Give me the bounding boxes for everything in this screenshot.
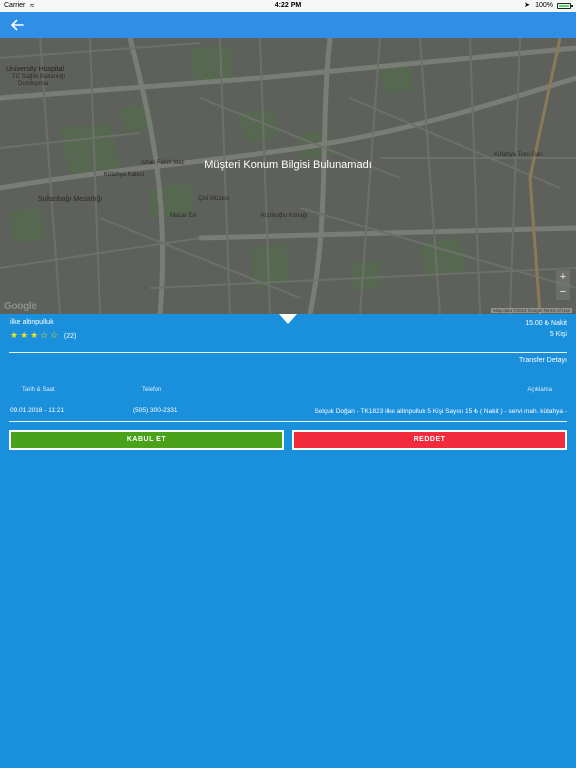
transfer-detail-label: Transfer Detayı xyxy=(519,357,567,364)
map-pointer-triangle xyxy=(279,314,297,324)
rating-stars: ★★★☆☆ xyxy=(10,330,61,340)
zoom-controls: + − xyxy=(556,270,570,300)
reject-button[interactable]: REDDET xyxy=(292,430,567,450)
divider-bottom xyxy=(9,421,567,422)
divider-top xyxy=(9,352,567,353)
row-date-time: 09.01.2018 - 11:21 xyxy=(10,407,65,414)
price-label: 15.00 ₺ Nakit xyxy=(525,320,567,327)
arrow-left-icon xyxy=(11,19,24,31)
customer-name: ilke altinpulluk xyxy=(10,319,54,326)
row-description: Selçuk Doğan - TK1823 ilke altinpulluk 5… xyxy=(314,408,567,415)
location-arrow-icon: ➤ xyxy=(524,2,530,9)
map-streets xyxy=(0,38,576,314)
accept-button[interactable]: KABUL ET xyxy=(9,430,284,450)
col-header-phone: Telefon xyxy=(142,387,162,393)
customer-rating: ★★★☆☆ (22) xyxy=(10,330,76,341)
status-bar: Carrier ≈ 4:22 PM ➤ 100% xyxy=(0,0,576,12)
status-time: 4:22 PM xyxy=(274,2,302,9)
map-label-kutahya-tren-gari: Kütahya Tren Garı xyxy=(494,152,544,158)
map-label-sultanbagi: Sultanbağı Mezarlığı xyxy=(38,196,103,203)
map-label-tc-saglik: TC Sağlık Bakanlığı xyxy=(12,74,66,80)
back-button[interactable] xyxy=(8,16,26,34)
map-label-macar-evi: Macar Evi xyxy=(170,213,197,219)
map-label-university-hospital: University Hospital xyxy=(6,66,64,73)
rating-count: (22) xyxy=(63,333,77,340)
location-not-found-message: Müşteri Konum Bilgisi Bulunamadı xyxy=(204,159,372,171)
google-logo: Google xyxy=(4,301,37,312)
row-phone[interactable]: (505) 300-2331 xyxy=(133,407,177,414)
nav-bar xyxy=(0,12,576,38)
map-label-kutahya-kalesi: Kütahya Kalesi xyxy=(104,172,145,178)
col-header-date-time: Tarih & Saat xyxy=(22,387,55,393)
col-header-description: Açıklama xyxy=(527,387,552,393)
map-label-cini-muzesi: Çini Müzesi xyxy=(198,196,230,202)
zoom-out-button[interactable]: − xyxy=(556,285,570,300)
map-label-dumlupinar: Dumlupınar xyxy=(18,81,50,87)
map-label-kizilkoglu: Kızılkoğlu Konağı xyxy=(261,213,308,219)
map-view[interactable]: University Hospital TC Sağlık Bakanlığı … xyxy=(0,38,576,314)
zoom-in-button[interactable]: + xyxy=(556,270,570,285)
battery-percent: 100% xyxy=(535,2,553,9)
person-count: 5 Kişi xyxy=(549,331,567,338)
map-attribution[interactable]: Map data ©2018 Google Terms of Use xyxy=(491,308,572,313)
battery-icon xyxy=(557,3,573,9)
